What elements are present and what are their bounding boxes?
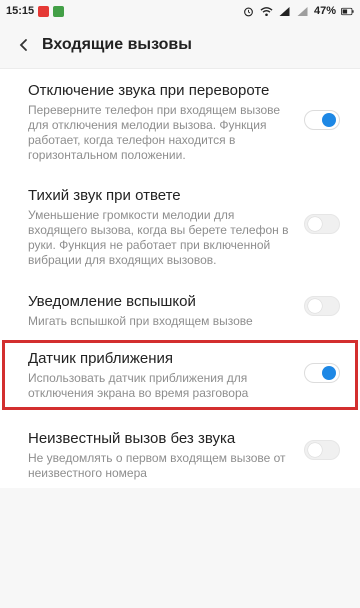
chevron-left-icon	[19, 39, 27, 51]
toggle-knob	[322, 366, 336, 380]
toggle-switch[interactable]	[304, 296, 340, 316]
battery-icon	[341, 7, 354, 15]
notification-icon	[53, 5, 65, 17]
back-button[interactable]	[12, 33, 36, 57]
setting-title: Тихий звук при ответе	[28, 187, 181, 204]
page-title: Входящие вызовы	[42, 36, 192, 53]
toggle-switch[interactable]	[304, 439, 340, 460]
setting-title: Уведомление вспышкой	[28, 293, 196, 310]
toggle-knob	[308, 299, 322, 313]
setting-description: Мигать вспышкой при входящем вызове	[28, 314, 253, 328]
settings-list: Отключение звука при перевороте Переверн…	[0, 68, 360, 488]
toggle-knob	[308, 442, 322, 457]
status-left: 15:15	[6, 5, 65, 17]
setting-description: Переверните телефон при входящем вызове …	[28, 103, 281, 162]
setting-title: Неизвестный вызов без звука	[28, 430, 236, 447]
toggle-knob	[322, 112, 336, 127]
setting-title: Отключение звука при перевороте	[28, 82, 270, 99]
setting-title: Датчик приближения	[28, 350, 174, 367]
setting-description: Использовать датчик приближения для откл…	[28, 371, 249, 400]
setting-row-proximity-sensor[interactable]: Датчик приближения Использовать датчик п…	[0, 335, 360, 411]
signal-icon	[279, 6, 290, 16]
setting-row-flash-notify[interactable]: Уведомление вспышкой Мигать вспышкой при…	[0, 277, 360, 335]
setting-row-unknown-silent[interactable]: Неизвестный вызов без звука Не уведомлят…	[0, 411, 360, 488]
notification-icon	[38, 5, 50, 17]
setting-row-flip-mute[interactable]: Отключение звука при перевороте Переверн…	[0, 69, 360, 170]
setting-row-quiet-ring[interactable]: Тихий звук при ответе Уменьшение громкос…	[0, 170, 360, 277]
battery-percent: 47%	[313, 5, 336, 17]
toggle-switch[interactable]	[304, 213, 340, 234]
signal-icon	[297, 6, 308, 16]
status-bar: 15:15 47%	[0, 0, 360, 22]
setting-description: Не уведомлять о первом входящем вызове о…	[28, 451, 286, 480]
setting-description: Уменьшение громкости мелодии для входяще…	[28, 208, 289, 267]
toggle-switch[interactable]	[304, 109, 340, 130]
wifi-icon	[260, 6, 273, 16]
header: Входящие вызовы	[0, 22, 360, 68]
toggle-switch[interactable]	[304, 363, 340, 383]
alarm-icon	[244, 7, 253, 16]
toggle-knob	[308, 216, 322, 231]
status-right: 47%	[242, 5, 354, 17]
status-time: 15:15	[6, 5, 35, 17]
